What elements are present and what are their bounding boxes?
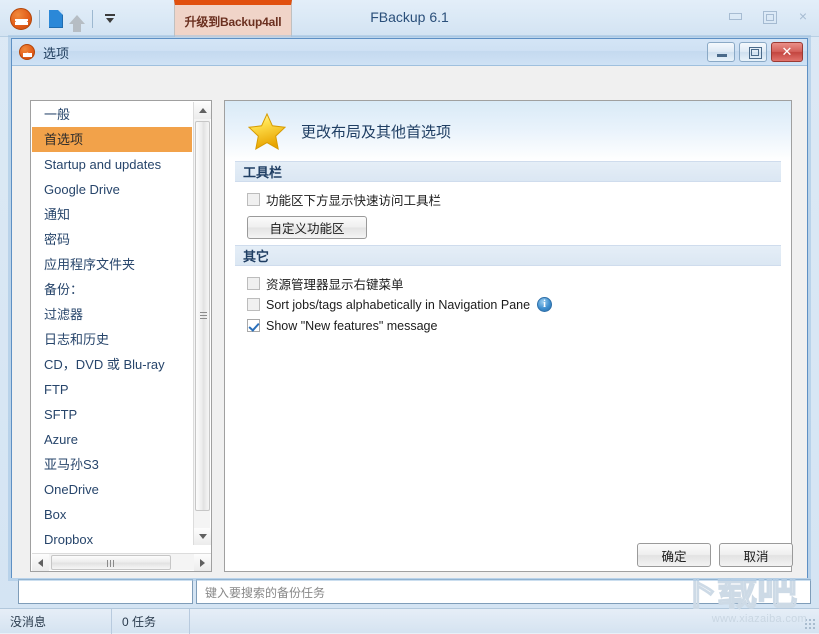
options-dialog: 选项 ✕ 一般 首选项 Startup and updates Google Driv… xyxy=(11,38,808,578)
app-title-bar: 升级到Backup4all FBackup 6.1 × xyxy=(0,0,819,37)
sidebar-item-15[interactable]: OneDrive xyxy=(32,477,192,502)
search-input[interactable]: 键入要搜索的备份任务 xyxy=(196,579,811,604)
sidebar-item-6[interactable]: 应用程序文件夹 xyxy=(32,252,192,277)
content-header: 更改布局及其他首选项 xyxy=(225,101,791,161)
checkbox-0-0[interactable] xyxy=(247,193,260,206)
ok-button[interactable]: 确定 xyxy=(637,543,711,567)
sidebar-item-11[interactable]: FTP xyxy=(32,377,192,402)
status-message: 没消息 xyxy=(0,608,112,634)
sidebar-item-12[interactable]: SFTP xyxy=(32,402,192,427)
status-filler xyxy=(190,609,819,634)
checkbox-row-1-0[interactable]: 资源管理器显示右键菜单 xyxy=(247,274,791,293)
info-icon[interactable]: i xyxy=(537,297,553,312)
checkbox-1-1[interactable] xyxy=(247,298,260,311)
sidebar-item-4[interactable]: 通知 xyxy=(32,202,192,227)
sidebar-item-1[interactable]: 首选项 xyxy=(32,127,192,152)
sidebar-item-9[interactable]: 日志和历史 xyxy=(32,327,192,352)
app-bottom-strip: 键入要搜索的备份任务 没消息 0 任务 xyxy=(0,578,819,634)
checkbox-row-1-1[interactable]: Sort jobs/tags alphabetically in Navigat… xyxy=(247,295,791,314)
cancel-button[interactable]: 取消 xyxy=(719,543,793,567)
settings-groups: 工具栏功能区下方显示快速访问工具栏自定义功能区其它资源管理器显示右键菜单 Sort… xyxy=(225,161,791,343)
close-button[interactable]: ✕ xyxy=(771,42,803,62)
close-icon[interactable]: × xyxy=(795,9,811,23)
scroll-up-icon[interactable] xyxy=(194,102,211,119)
checkbox-row-1-2[interactable]: Show "New features" message xyxy=(247,316,791,335)
star-icon xyxy=(247,112,287,150)
group-header-0: 工具栏 xyxy=(235,161,781,182)
sidebar-item-14[interactable]: 亚马孙S3 xyxy=(32,452,192,477)
scroll-left-icon[interactable] xyxy=(32,554,49,571)
sidebar-item-8[interactable]: 过滤器 xyxy=(32,302,192,327)
vertical-scrollbar[interactable] xyxy=(193,102,211,545)
checkbox-label-1-0: 资源管理器显示右键菜单 xyxy=(266,278,404,292)
scroll-down-icon[interactable] xyxy=(194,528,211,545)
page-title: 更改布局及其他首选项 xyxy=(301,123,452,141)
customize-ribbon-button[interactable]: 自定义功能区 xyxy=(247,216,367,239)
group-body-1: 资源管理器显示右键菜单 Sort jobs/tags alphabetically… xyxy=(225,266,791,343)
search-input-left[interactable] xyxy=(18,579,193,604)
maximize-icon[interactable] xyxy=(761,9,777,24)
app-title: FBackup 6.1 xyxy=(370,9,449,25)
horizontal-scrollbar-thumb[interactable] xyxy=(51,555,171,570)
sidebar-item-16[interactable]: Box xyxy=(32,502,192,527)
status-task-count: 0 任务 xyxy=(112,608,190,634)
app-window-controls: × xyxy=(727,9,811,24)
checkbox-row-0-0[interactable]: 功能区下方显示快速访问工具栏 xyxy=(247,190,791,209)
sidebar-item-2[interactable]: Startup and updates xyxy=(32,152,192,177)
horizontal-scrollbar[interactable] xyxy=(32,553,211,571)
sidebar-item-5[interactable]: 密码 xyxy=(32,227,192,252)
scroll-right-icon[interactable] xyxy=(194,554,211,571)
sidebar-item-7[interactable]: 备份： xyxy=(32,277,192,302)
group-body-0: 功能区下方显示快速访问工具栏自定义功能区 xyxy=(225,182,791,245)
checkbox-label-1-2: Show "New features" message xyxy=(266,318,438,333)
fbackup-logo-icon xyxy=(19,44,35,60)
sidebar-item-0[interactable]: 一般 xyxy=(32,102,192,127)
options-sidebar: 一般 首选项 Startup and updates Google Drive 通知 密码… xyxy=(30,100,212,572)
checkbox-label-0-0: 功能区下方显示快速访问工具栏 xyxy=(266,194,442,208)
minimize-icon[interactable] xyxy=(727,9,743,23)
dialog-title-bar: 选项 ✕ xyxy=(12,39,807,66)
dialog-body: 一般 首选项 Startup and updates Google Drive 通知 密码… xyxy=(12,66,807,578)
options-content-panel: 更改布局及其他首选项 工具栏 功能区下方显示快速访问工具栏 自定义功能区 其它 资源管理… xyxy=(224,100,792,572)
sidebar-item-17[interactable]: Dropbox xyxy=(32,527,192,545)
checkbox-1-2[interactable] xyxy=(247,319,260,332)
resize-grip-icon[interactable] xyxy=(804,618,816,630)
checkbox-1-0[interactable] xyxy=(247,277,260,290)
sidebar-item-3[interactable]: Google Drive xyxy=(32,177,192,202)
scrollbar-grip-icon xyxy=(107,560,115,567)
sidebar-item-10[interactable]: CD，DVD 或 Blu-ray xyxy=(32,352,192,377)
checkbox-label-1-1: Sort jobs/tags alphabetically in Navigat… xyxy=(266,297,531,312)
sidebar-item-13[interactable]: Azure xyxy=(32,427,192,452)
dialog-window-controls: ✕ xyxy=(707,42,803,62)
group-header-1: 其它 xyxy=(235,245,781,266)
scrollbar-grip-icon xyxy=(200,312,207,320)
sidebar-item-list[interactable]: 一般 首选项 Startup and updates Google Drive 通知 密码… xyxy=(32,102,192,545)
maximize-button[interactable] xyxy=(739,42,767,62)
minimize-button[interactable] xyxy=(707,42,735,62)
dialog-title: 选项 xyxy=(43,45,70,61)
status-bar: 没消息 0 任务 xyxy=(0,608,819,634)
vertical-scrollbar-thumb[interactable] xyxy=(195,121,210,511)
